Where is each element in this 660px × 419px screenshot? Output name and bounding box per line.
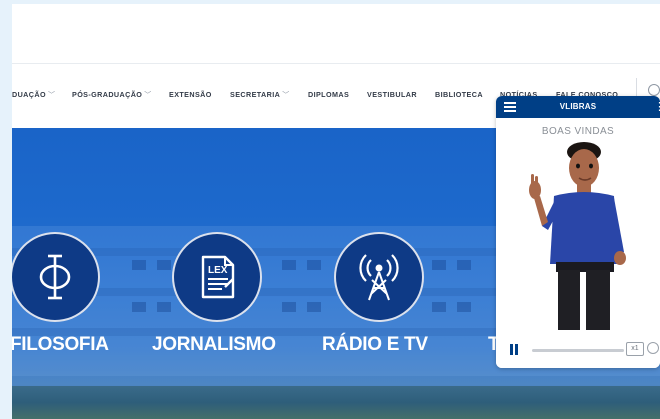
- vlibras-header: VLIBRAS ⋮: [496, 96, 660, 118]
- course-label: RÁDIO E TV: [322, 334, 428, 355]
- nav-item-vestibular[interactable]: VESTIBULAR: [367, 90, 417, 99]
- subtitles-icon[interactable]: [647, 342, 659, 354]
- lex-document-icon: LEX: [172, 232, 262, 322]
- search-icon[interactable]: [648, 84, 660, 96]
- phi-icon: [12, 232, 100, 322]
- vlibras-avatar-stage: BOAS VINDAS: [496, 118, 660, 330]
- course-radio-e-tv[interactable]: RÁDIO E TV: [322, 232, 482, 372]
- course-jornalismo[interactable]: LEX JORNALISMO: [152, 232, 312, 372]
- more-icon[interactable]: ⋮: [654, 100, 660, 113]
- chevron-down-icon: ﹀: [144, 92, 152, 99]
- nav-item-biblioteca[interactable]: BIBLIOTECA: [435, 90, 483, 99]
- nav-item-graduacao[interactable]: DUAÇÃO ﹀: [12, 90, 55, 100]
- sign-language-avatar: [529, 142, 626, 330]
- nav-item-pos-graduacao[interactable]: PÓS-GRADUAÇÃO ﹀: [72, 90, 152, 100]
- course-label: JORNALISMO: [152, 334, 276, 355]
- ground-foreground: [12, 386, 660, 419]
- radio-tower-icon: [334, 232, 424, 322]
- chevron-down-icon: ﹀: [282, 92, 290, 99]
- vlibras-widget: VLIBRAS ⋮ BOAS VINDAS x1: [496, 96, 660, 368]
- speed-button[interactable]: x1: [626, 342, 644, 356]
- playback-progress-track[interactable]: [532, 349, 624, 352]
- nav-item-diplomas[interactable]: DIPLOMAS: [308, 90, 349, 99]
- course-label: FILOSOFIA: [12, 334, 109, 355]
- chevron-down-icon: ﹀: [47, 92, 56, 99]
- nav-item-extensao[interactable]: EXTENSÃO: [169, 90, 212, 99]
- vlibras-controls: x1: [496, 330, 660, 368]
- nav-item-label: SECRETARIA: [230, 90, 281, 99]
- course-filosofia[interactable]: FILOSOFIA: [12, 232, 170, 372]
- vlibras-title: VLIBRAS: [559, 102, 597, 111]
- pause-icon[interactable]: [510, 344, 519, 355]
- nav-item-label: PÓS-GRADUAÇÃO: [72, 90, 143, 99]
- nav-item-label: DUAÇÃO: [12, 90, 46, 99]
- lex-icon-text: LEX: [208, 265, 228, 276]
- nav-item-secretaria[interactable]: SECRETARIA ﹀: [230, 90, 290, 100]
- site-header: [12, 4, 660, 64]
